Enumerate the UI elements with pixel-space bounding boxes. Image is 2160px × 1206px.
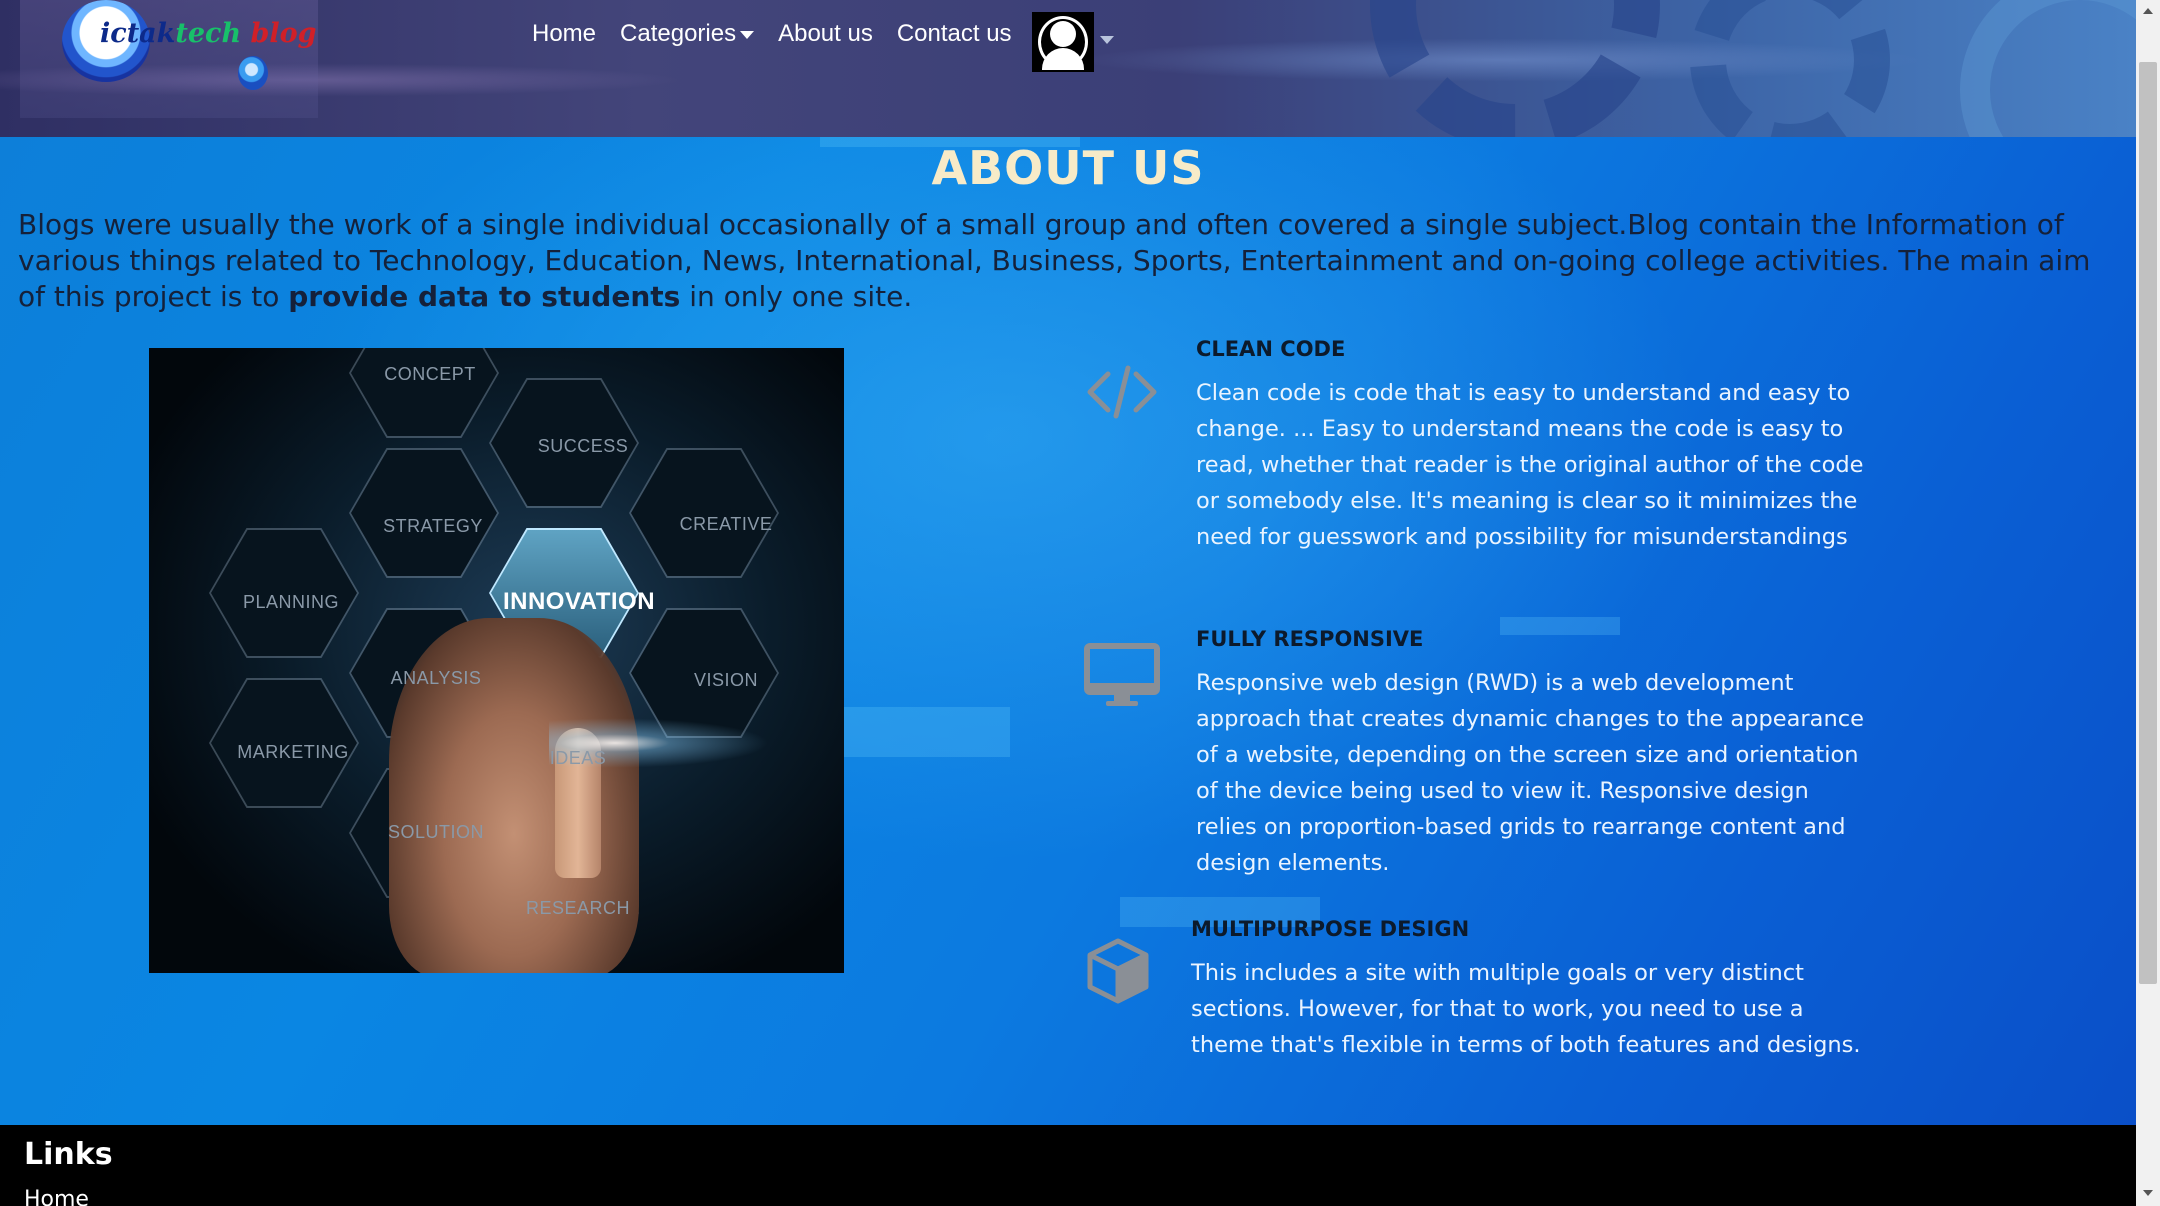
nav-contact[interactable]: Contact us	[897, 20, 1012, 48]
logo-text: ictaktech blog	[100, 18, 317, 49]
scroll-down-icon[interactable]	[2143, 1190, 2153, 1196]
hex-label: CREATIVE	[679, 514, 773, 534]
feature-description: Clean code is code that is easy to under…	[1196, 380, 1864, 550]
nav-categories[interactable]: Categories	[620, 20, 755, 48]
gear-decoration	[1370, 0, 1660, 137]
hex-cell	[629, 448, 779, 578]
hex-label: RESEARCH	[525, 898, 631, 918]
page-scrollbar[interactable]	[2136, 0, 2160, 1206]
caret-down-icon	[740, 30, 755, 39]
footer: Links Home	[0, 1125, 2136, 1206]
nav-home[interactable]: Home	[532, 20, 596, 48]
hex-label: PLANNING	[242, 592, 340, 612]
hex-label: ANALYSIS	[390, 668, 482, 688]
scrollbar-thumb[interactable]	[2139, 62, 2157, 984]
nav-about[interactable]: About us	[778, 20, 873, 48]
about-section: ABOUT US Blogs were usually the work of …	[0, 137, 2136, 1125]
nav-links: Home Categories About us Contact us	[532, 18, 1036, 50]
intro-emphasis: provide data to students	[288, 280, 681, 313]
site-logo[interactable]: ictaktech blog	[20, 0, 318, 118]
feature-title: CLEAN CODE	[1196, 337, 1346, 361]
feature-description: This includes a site with multiple goals…	[1191, 960, 1861, 1058]
footer-link-home[interactable]: Home	[24, 1187, 89, 1206]
feature-description: Responsive web design (RWD) is a web dev…	[1196, 670, 1864, 876]
background-streak	[840, 707, 1010, 757]
hex-cell	[349, 448, 499, 578]
hex-label: SUCCESS	[537, 436, 629, 456]
gear-decoration	[1960, 0, 2136, 137]
page: ictaktech blog Home Categories About us …	[0, 0, 2136, 1206]
cube-icon	[1087, 938, 1149, 1004]
nav-categories-label: Categories	[620, 20, 737, 47]
code-icon	[1087, 365, 1157, 419]
caret-down-icon[interactable]	[1100, 36, 1114, 44]
hex-label: VISION	[693, 670, 759, 690]
background-streak	[1500, 617, 1620, 635]
scroll-up-icon[interactable]	[2143, 8, 2153, 14]
page-title: ABOUT US	[931, 141, 1205, 195]
desktop-icon	[1084, 643, 1160, 706]
intro-paragraph: Blogs were usually the work of a single …	[18, 208, 2091, 313]
hex-label: SOLUTION	[387, 822, 485, 842]
user-avatar-button[interactable]	[1032, 12, 1094, 72]
avatar-head	[1050, 21, 1076, 47]
hex-cell	[349, 348, 499, 438]
feature-title: MULTIPURPOSE DESIGN	[1191, 917, 1470, 941]
feature-title: FULLY RESPONSIVE	[1196, 627, 1424, 651]
hex-label: MARKETING	[237, 742, 349, 762]
hex-label: IDEAS	[549, 748, 607, 768]
navbar: ictaktech blog Home Categories About us …	[0, 0, 2136, 137]
hex-label-innovation: INNOVATION	[502, 588, 656, 615]
hex-label: STRATEGY	[383, 516, 483, 536]
gear-decoration	[1690, 0, 1890, 137]
innovation-image: CONCEPT SUCCESS STRATEGY CREATIVE PLANNI…	[149, 348, 844, 973]
logo-drop-icon	[238, 56, 268, 90]
footer-links-heading: Links	[24, 1137, 113, 1172]
hex-label: CONCEPT	[384, 364, 476, 384]
